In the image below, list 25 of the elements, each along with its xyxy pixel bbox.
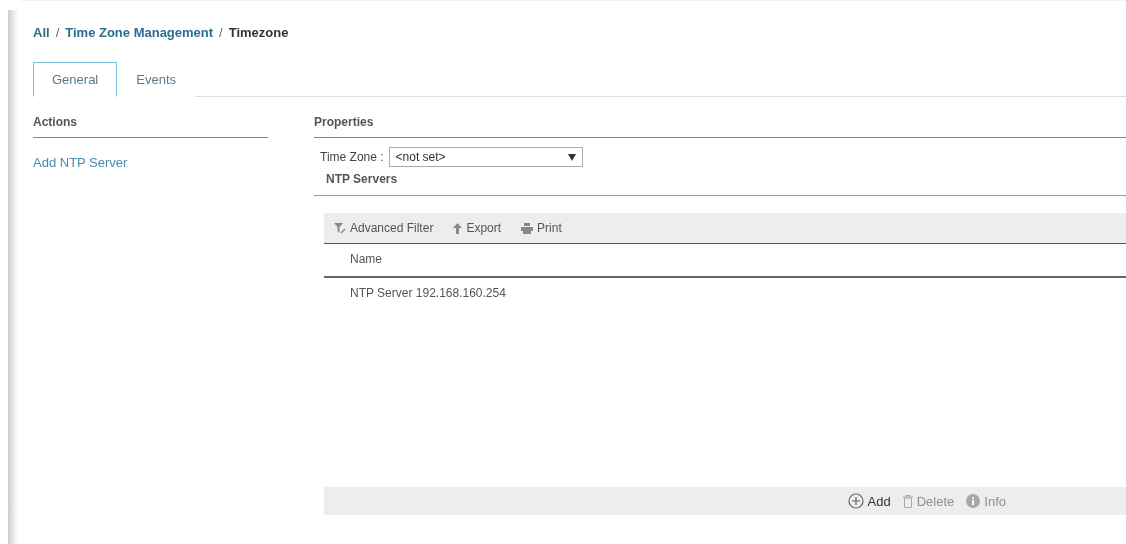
breadcrumb-separator: / xyxy=(55,25,60,40)
action-link[interactable]: Add NTP Server xyxy=(33,155,128,170)
table-cell[interactable]: NTP Server 192.168.160.254 xyxy=(324,278,1126,300)
breadcrumb-separator: / xyxy=(219,25,223,40)
breadcrumb-current: Timezone xyxy=(228,25,289,40)
add-button[interactable]: Add xyxy=(847,493,891,509)
caret-icon xyxy=(567,153,576,161)
tab[interactable]: General xyxy=(33,62,118,97)
column-header[interactable]: Name xyxy=(324,244,1126,278)
breadcrumb-link[interactable]: Time Zone Management xyxy=(65,25,214,40)
breadcrumb-link[interactable]: All xyxy=(33,25,50,40)
filter-icon xyxy=(334,222,346,234)
toolbar-button[interactable]: Print xyxy=(521,221,562,235)
print-icon xyxy=(521,222,534,234)
section-heading: NTP Servers xyxy=(314,167,1126,196)
toolbar-button[interactable]: Advanced Filter xyxy=(334,221,434,235)
section-heading: Properties xyxy=(314,115,1126,138)
trash-icon xyxy=(902,494,913,508)
arrow-up-icon xyxy=(453,222,463,234)
time-zone-dropdown[interactable]: <not set> xyxy=(388,147,583,167)
field-label: Time Zone : xyxy=(320,150,384,164)
info-icon xyxy=(966,494,981,508)
toolbar-button[interactable]: Export xyxy=(453,221,502,235)
section-heading: Actions xyxy=(33,115,268,138)
plus-circle-icon xyxy=(847,493,864,509)
